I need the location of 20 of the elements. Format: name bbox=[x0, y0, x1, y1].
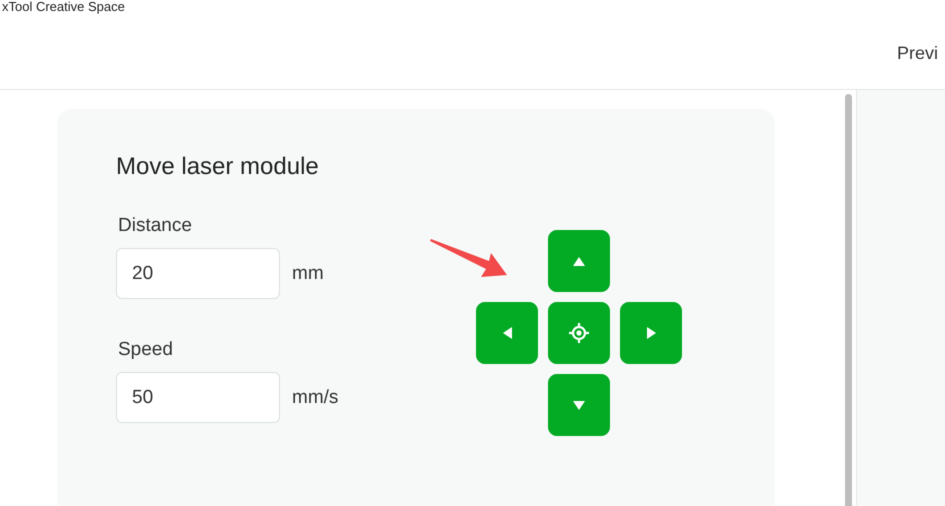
up-triangle-icon bbox=[573, 256, 585, 266]
left-triangle-icon bbox=[502, 327, 512, 339]
home-button[interactable] bbox=[548, 302, 610, 364]
field-label: Speed bbox=[118, 339, 174, 361]
crosshair-icon bbox=[569, 323, 589, 343]
down-triangle-icon bbox=[573, 400, 585, 410]
field-label: Distance bbox=[118, 215, 193, 237]
window-title: xTool Creative Space bbox=[2, 0, 125, 14]
move-down-button[interactable] bbox=[548, 374, 610, 436]
move-left-button[interactable] bbox=[476, 302, 538, 364]
preview-button[interactable]: Previ bbox=[897, 43, 938, 64]
unit-label: mm bbox=[292, 262, 324, 284]
number-input[interactable]: 20 bbox=[116, 248, 280, 299]
section-title: Move laser module bbox=[116, 153, 320, 181]
number-input[interactable]: 50 bbox=[116, 372, 280, 423]
move-right-button[interactable] bbox=[620, 302, 682, 364]
unit-label: mm/s bbox=[292, 386, 338, 408]
right-triangle-icon bbox=[646, 327, 656, 339]
scrollbar[interactable] bbox=[845, 94, 852, 506]
move-up-button[interactable] bbox=[548, 230, 610, 292]
